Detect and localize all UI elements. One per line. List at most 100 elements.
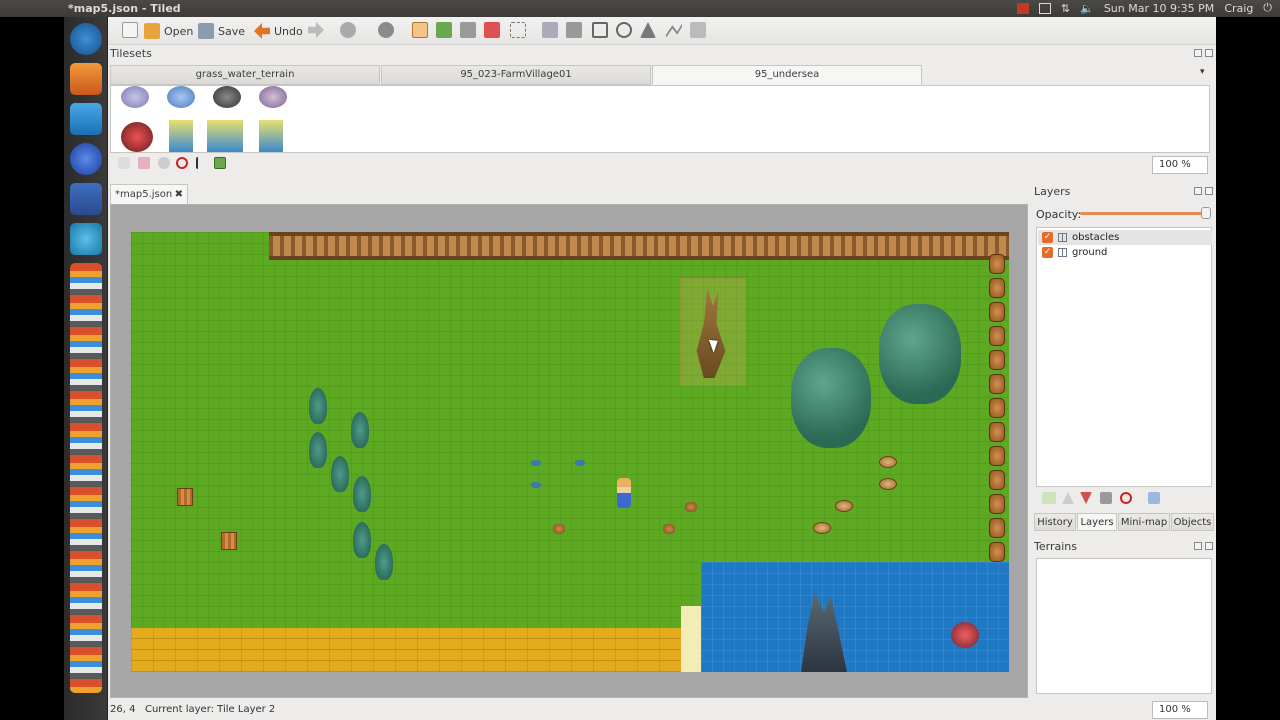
close-icon[interactable] [1205,187,1213,195]
select-objects-icon[interactable] [566,22,582,38]
text-cursor-icon[interactable] [196,157,208,169]
opacity-slider-handle[interactable] [1201,207,1211,219]
tileset-zoom-select[interactable]: 100 % [1152,156,1208,174]
tile[interactable] [213,86,241,108]
new-icon[interactable] [122,22,138,38]
bucket-fill-icon[interactable] [460,22,476,38]
undo-label: Undo [274,24,303,38]
float-icon[interactable] [1194,187,1202,195]
magic-wand-icon[interactable] [542,22,558,38]
layer-list: ✓ obstacles ✓ ground [1036,227,1212,487]
terrain-brush-icon[interactable] [436,22,452,38]
image-icon[interactable] [214,157,226,169]
float-icon[interactable] [1194,49,1202,57]
layers-title: Layers [1034,185,1071,198]
tab-mini-map[interactable]: Mini-map [1118,513,1170,531]
barrel [989,542,1005,562]
notification-icon[interactable] [1016,2,1029,14]
files-icon[interactable] [70,63,102,95]
large-tree [879,304,961,404]
close-icon[interactable] [1205,49,1213,57]
tab-history[interactable]: History [1034,513,1076,531]
visibility-checkbox[interactable]: ✓ [1042,232,1053,243]
mail-icon[interactable] [1038,2,1051,14]
browser-icon[interactable] [70,143,102,175]
delete-layer-icon[interactable] [1120,492,1132,504]
farmer-sprite [617,478,631,508]
duplicate-layer-icon[interactable] [1100,492,1112,504]
tile[interactable] [167,86,195,108]
lower-layer-icon[interactable] [1080,492,1092,504]
tile-object-icon[interactable] [690,22,706,38]
layer-name: obstacles [1072,232,1120,243]
remove-tileset-icon[interactable] [176,157,188,169]
app-icon[interactable] [70,223,102,255]
tileset-props-icon[interactable] [158,157,170,169]
polyline-icon[interactable] [666,23,682,38]
open-button[interactable]: Open [144,21,193,41]
undo-button[interactable]: Undo [254,21,303,41]
eraser-icon[interactable] [484,22,500,38]
water-area [701,562,1009,672]
map-canvas[interactable] [110,204,1028,698]
editor-icon[interactable] [70,183,102,215]
network-icon[interactable]: ⇅ [1061,2,1070,15]
barrel [989,350,1005,370]
add-layer-icon[interactable] [1042,492,1056,504]
undo-arrow-icon [254,23,270,39]
pot [685,502,697,512]
tileset-view[interactable] [110,85,1210,153]
clock[interactable]: Sun Mar 10 9:35 PM [1104,2,1215,15]
layer-properties-icon[interactable] [1148,492,1160,504]
tab-undersea[interactable]: 95_undersea [652,65,922,85]
new-terrain-icon[interactable] [118,157,130,169]
tab-map5[interactable]: *map5.json ✖ [110,184,188,204]
volume-icon[interactable]: 🔈 [1080,2,1094,15]
map-zoom-select[interactable]: 100 % [1152,701,1208,719]
redo-icon[interactable] [308,22,324,38]
rectangle-icon[interactable] [592,22,608,38]
dash-home-icon[interactable] [70,23,102,55]
open-label: Open [164,24,194,38]
visibility-checkbox[interactable]: ✓ [1042,247,1053,258]
layer-row-obstacles[interactable]: ✓ obstacles [1038,230,1212,245]
barrel [989,254,1005,274]
save-button[interactable]: Save [198,21,245,41]
random-icon[interactable] [340,22,356,38]
user-name[interactable]: Craig [1224,2,1253,15]
barrel [989,470,1005,490]
cloud-icon[interactable] [70,103,102,135]
raise-layer-icon[interactable] [1062,492,1074,504]
float-icon[interactable] [1194,542,1202,550]
tab-farm-village[interactable]: 95_023-FarmVillage01 [381,65,651,85]
tree-stump [879,456,897,468]
tile[interactable] [207,120,243,152]
map[interactable] [131,232,1009,672]
status-bar: 26, 4 Current layer: Tile Layer 2 [108,700,1216,720]
tile[interactable] [121,86,149,108]
close-icon[interactable] [1205,542,1213,550]
tile-layer-icon [1058,248,1067,257]
tile[interactable] [259,120,283,152]
tab-layers[interactable]: Layers [1077,513,1117,531]
tile[interactable] [259,86,287,108]
power-icon[interactable]: ⏻ [1263,1,1272,15]
layer-row-ground[interactable]: ✓ ground [1038,245,1212,260]
ellipse-icon[interactable] [616,22,632,38]
terrain-list[interactable] [1036,558,1212,694]
edit-tileset-icon[interactable] [138,157,150,169]
tab-objects[interactable]: Objects [1171,513,1214,531]
app-stack-icon[interactable] [70,263,102,693]
tile[interactable] [121,122,153,152]
tile[interactable] [169,120,193,152]
close-tab-icon[interactable]: ✖ [175,185,183,204]
rect-select-icon[interactable] [510,22,526,38]
plant-sprout [531,482,541,488]
command-icon[interactable] [378,22,394,38]
tab-grass-water-terrain[interactable]: grass_water_terrain [110,65,380,85]
stamp-brush-icon[interactable] [412,22,428,38]
small-tree [351,412,369,448]
polygon-icon[interactable] [640,22,656,38]
tabs-dropdown-icon[interactable]: ▾ [1200,67,1205,77]
opacity-slider[interactable] [1080,212,1206,215]
